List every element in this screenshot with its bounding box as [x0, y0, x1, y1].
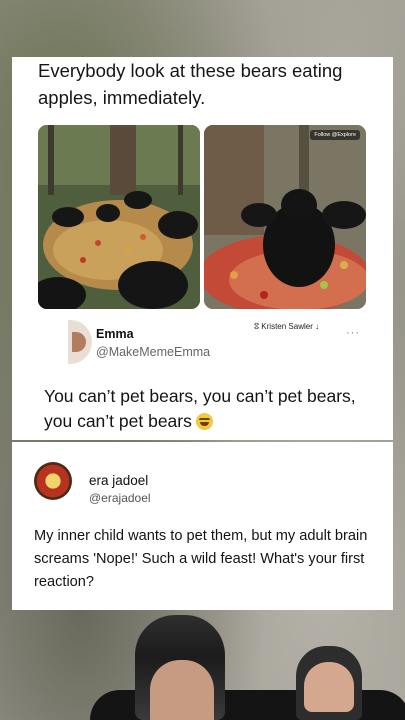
more-options-icon[interactable]: ···: [346, 327, 360, 339]
reply-author-name[interactable]: era jadoel: [89, 473, 148, 488]
bears-apples-photo-2: [204, 125, 366, 309]
post-text: You can’t pet bears, you can’t pet bears…: [44, 384, 384, 434]
right-foot: [304, 662, 354, 712]
grinning-emoji-icon: [195, 413, 213, 430]
author-handle[interactable]: @MakeMemeEmma: [96, 345, 210, 359]
post-title: Everybody look at these bears eating app…: [38, 60, 343, 108]
reply-avatar[interactable]: [34, 462, 72, 500]
tweet-card: Everybody look at these bears eating app…: [12, 57, 393, 440]
reply-author-handle[interactable]: @erajadoel: [89, 491, 151, 505]
bears-apples-photo-1: [38, 125, 200, 309]
bears-photo-left[interactable]: [38, 125, 200, 309]
reply-card: era jadoel @erajadoel My inner child wan…: [12, 442, 393, 610]
image-overlay-tag: Follow @Explore: [310, 130, 360, 140]
feet-photo: [0, 610, 405, 720]
author-avatar[interactable]: [68, 320, 92, 364]
left-foot: [150, 660, 214, 720]
author-name[interactable]: Emma: [96, 327, 134, 341]
bears-photo-right[interactable]: Follow @Explore: [204, 125, 366, 309]
photo-credit: ⵓ Kristen Sawler ↓: [254, 322, 320, 331]
reply-text: My inner child wants to pet them, but my…: [34, 528, 368, 590]
